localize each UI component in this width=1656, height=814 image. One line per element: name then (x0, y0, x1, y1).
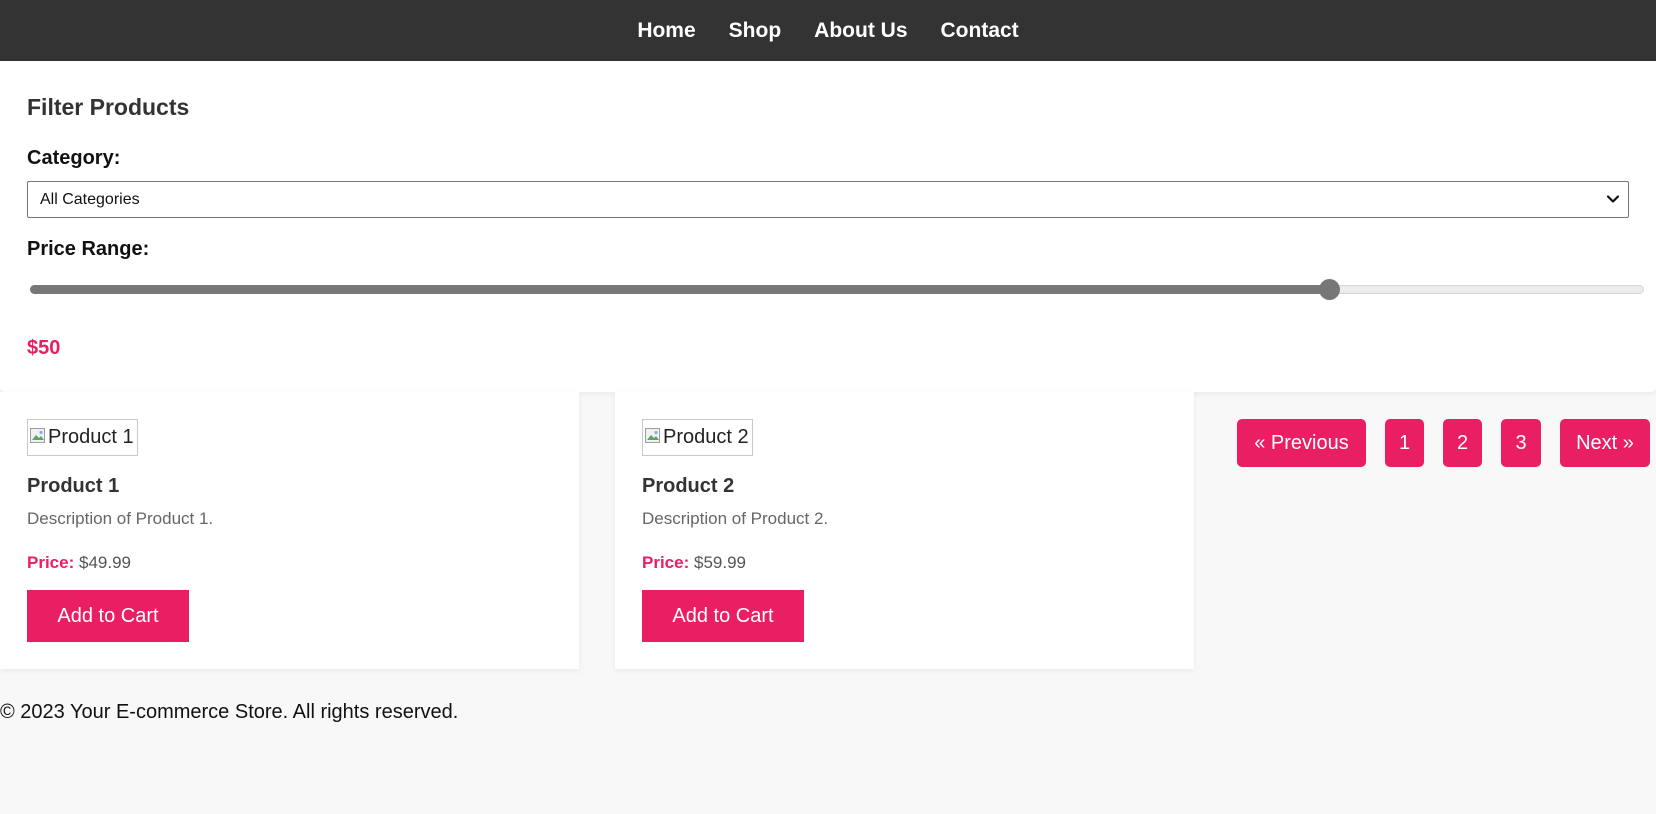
filter-panel: Filter Products Category: All Categories… (0, 61, 1656, 392)
pagination-previous-button[interactable]: « Previous (1237, 419, 1366, 467)
product-price: Price: $49.99 (27, 553, 131, 573)
price-label: Price: (27, 553, 75, 572)
price-amount: $59.99 (693, 553, 746, 572)
pagination-page-1[interactable]: 1 (1385, 419, 1424, 467)
category-select[interactable]: All Categories (27, 181, 1629, 218)
pagination-page-3[interactable]: 3 (1501, 419, 1541, 467)
product-image: Product 1 (27, 419, 138, 456)
product-name: Product 2 (642, 475, 735, 497)
price-amount: $49.99 (78, 553, 131, 572)
price-range-slider[interactable] (30, 279, 1644, 300)
product-card: Product 1 Product 1 Description of Produ… (0, 392, 579, 669)
product-price: Price: $59.99 (642, 553, 746, 573)
price-range-fill (30, 285, 1328, 294)
price-range-thumb[interactable] (1318, 279, 1340, 300)
nav-about-link[interactable]: About Us (814, 20, 907, 41)
add-to-cart-button[interactable]: Add to Cart (642, 590, 804, 642)
product-image-alt: Product 1 (48, 426, 134, 448)
category-label: Category: (27, 147, 121, 169)
product-image-alt: Product 2 (663, 426, 749, 448)
product-description: Description of Product 2. (642, 509, 829, 528)
broken-image-icon (645, 427, 660, 443)
chevron-down-icon (1606, 195, 1620, 203)
price-range-value: $50 (27, 337, 61, 359)
nav-home-link[interactable]: Home (637, 20, 695, 41)
product-card: Product 2 Product 2 Description of Produ… (615, 392, 1194, 669)
price-range-label: Price Range: (27, 238, 150, 260)
pagination-page-2[interactable]: 2 (1443, 419, 1482, 467)
top-navbar: Home Shop About Us Contact (0, 0, 1656, 61)
price-label: Price: (642, 553, 690, 572)
product-name: Product 1 (27, 475, 120, 497)
product-image: Product 2 (642, 419, 753, 456)
footer-copyright: © 2023 Your E-commerce Store. All rights… (0, 701, 459, 723)
nav-contact-link[interactable]: Contact (941, 20, 1019, 41)
product-description: Description of Product 1. (27, 509, 214, 528)
add-to-cart-button[interactable]: Add to Cart (27, 590, 189, 642)
pagination-next-button[interactable]: Next » (1560, 419, 1650, 467)
broken-image-icon (30, 427, 45, 443)
nav-shop-link[interactable]: Shop (729, 20, 782, 41)
filter-title: Filter Products (27, 94, 190, 120)
category-selected-value: All Categories (40, 190, 140, 208)
